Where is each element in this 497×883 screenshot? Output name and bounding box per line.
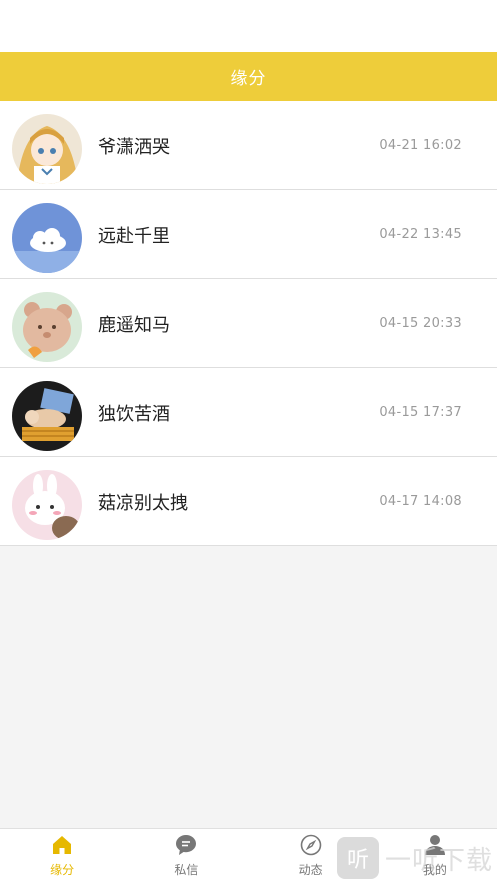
match-list: 爷潇洒哭 04-21 16:02 远赴千里 04-22 13:45 鹿遥知马 0… [0,101,497,546]
avatar[interactable] [12,292,82,362]
avatar[interactable] [12,203,82,273]
list-item[interactable]: 远赴千里 04-22 13:45 [0,190,497,279]
list-item[interactable]: 菇凉别太拽 04-17 14:08 [0,457,497,546]
tab-yuanfen[interactable]: 缘分 [0,829,124,883]
user-name: 爷潇洒哭 [98,136,170,158]
list-item[interactable]: 独饮苦酒 04-15 17:37 [0,368,497,457]
match-time: 04-17 14:08 [379,494,462,509]
match-time: 04-15 17:37 [379,405,462,420]
user-name: 远赴千里 [98,225,170,247]
page-title: 缘分 [230,69,267,89]
match-time: 04-21 16:02 [379,138,462,153]
watermark-logo: 听 [337,837,379,879]
watermark-text: 一听下载 [385,845,494,876]
user-name: 独饮苦酒 [98,403,170,425]
avatar[interactable] [12,470,82,540]
match-time: 04-22 13:45 [379,227,462,242]
tab-label: 私信 [174,863,199,877]
tab-label: 缘分 [50,863,75,877]
page-header: 缘分 [0,52,497,101]
user-name: 菇凉别太拽 [98,492,188,514]
chat-icon [176,835,197,855]
user-name: 鹿遥知马 [98,314,170,336]
avatar[interactable] [12,114,82,184]
tab-label: 动态 [298,863,323,877]
watermark: 听 一听下载 [337,835,497,881]
compass-icon [300,834,321,856]
avatar[interactable] [12,381,82,451]
status-bar [0,0,497,52]
list-item[interactable]: 爷潇洒哭 04-21 16:02 [0,101,497,190]
home-icon [53,836,72,854]
list-item[interactable]: 鹿遥知马 04-15 20:33 [0,279,497,368]
match-time: 04-15 20:33 [379,316,462,331]
tab-messages[interactable]: 私信 [124,829,248,883]
